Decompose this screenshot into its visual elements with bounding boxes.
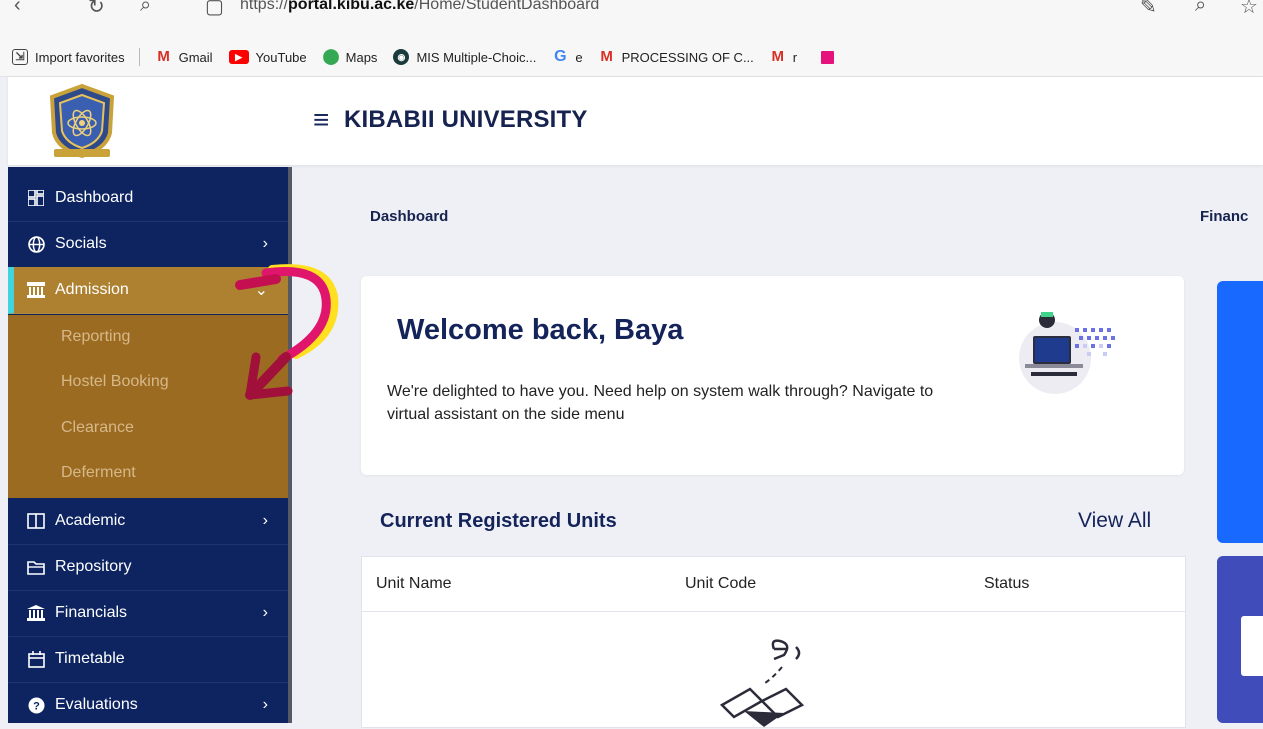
sidebar-item-dashboard[interactable]: Dashboard — [8, 175, 288, 222]
mis-site-icon: ◉ — [393, 49, 410, 65]
sidebar-item-financials[interactable]: Financials › — [8, 590, 288, 637]
sidebar-item-repository[interactable]: Repository — [8, 544, 288, 591]
page-icon: ▢ — [205, 0, 224, 18]
bookmark-youtube[interactable]: ▶ YouTube — [228, 50, 307, 65]
welcome-title: Welcome back, Baya — [397, 314, 684, 346]
pink-square-icon — [821, 50, 835, 64]
bookmark-r[interactable]: M r — [770, 48, 798, 65]
financials-summary-label: Financ — [1200, 208, 1249, 225]
youtube-icon: ▶ — [228, 50, 249, 64]
back-icon[interactable]: ‹ — [14, 0, 21, 17]
calendar-icon — [26, 650, 46, 668]
zoom-icon[interactable]: ⌕ — [1195, 0, 1206, 17]
sidebar: Dashboard Socials › Admission ⌄ Reportin… — [8, 167, 292, 729]
bookmark-gmail[interactable]: M Gmail — [156, 48, 212, 65]
question-circle-icon: ? — [26, 697, 46, 714]
submenu-item-clearance[interactable]: Clearance — [61, 419, 134, 437]
submenu-item-reporting[interactable]: Reporting — [61, 328, 130, 346]
search-icon[interactable]: ⌕ — [140, 0, 151, 17]
dashboard-grid-icon — [26, 190, 46, 206]
units-section-title: Current Registered Units — [380, 510, 617, 532]
submenu-item-deferment[interactable]: Deferment — [61, 464, 136, 482]
submenu-item-hostel-booking[interactable]: Hostel Booking — [61, 373, 169, 391]
book-icon — [26, 513, 46, 529]
institution-icon — [26, 282, 46, 298]
bookmark-processing[interactable]: M PROCESSING OF C... — [599, 48, 753, 65]
empty-box-illustration — [719, 639, 805, 727]
menu-toggle-icon[interactable]: ≡ — [313, 106, 329, 134]
virtual-assistant-illustration — [1019, 312, 1115, 394]
sidebar-item-academic[interactable]: Academic › — [8, 498, 288, 545]
import-icon: ⇲ — [12, 49, 28, 65]
column-header-unit-name: Unit Name — [376, 575, 452, 592]
folder-icon — [26, 560, 46, 575]
breadcrumb: Dashboard — [370, 208, 449, 225]
chevron-right-icon: › — [262, 604, 268, 621]
bookmark-import-favorites[interactable]: ⇲ Import favorites — [12, 49, 125, 65]
summary-card-blue — [1217, 281, 1263, 543]
units-table: Unit Name Unit Code Status — [361, 556, 1186, 728]
view-all-link[interactable]: View All — [1078, 509, 1151, 533]
svg-text:?: ? — [33, 700, 40, 712]
gmail-icon: M — [771, 48, 785, 65]
sidebar-item-timetable[interactable]: Timetable — [8, 636, 288, 683]
column-header-unit-code: Unit Code — [685, 575, 757, 592]
chevron-right-icon: › — [262, 696, 268, 713]
google-icon: G — [554, 48, 567, 65]
gmail-icon: M — [157, 48, 170, 65]
address-text[interactable]: https://portal.kibu.ac.ke/Home/StudentDa… — [240, 0, 599, 14]
app-header: ≡ KIBABII UNIVERSITY — [8, 77, 1263, 165]
welcome-message: We're delighted to have you. Need help o… — [387, 383, 934, 423]
column-header-status: Status — [984, 575, 1030, 592]
bookmark-mis[interactable]: ◉ MIS Multiple-Choic... — [393, 49, 536, 65]
bookmark-google[interactable]: G e — [552, 49, 582, 65]
globe-icon — [26, 235, 46, 253]
summary-card-indigo — [1217, 556, 1263, 723]
table-header: Unit Name Unit Code Status — [362, 557, 1185, 612]
bookmarks-bar: ⇲ Import favorites M Gmail ▶ YouTube ⬤ M… — [0, 38, 1263, 77]
card-input-edge — [1241, 616, 1263, 676]
bookmark-pink[interactable] — [821, 50, 841, 64]
chevron-right-icon: › — [262, 512, 268, 529]
annotation-arrow — [235, 264, 339, 400]
bookmark-maps[interactable]: ⬤ Maps — [323, 49, 378, 65]
page-title: KIBABII UNIVERSITY — [344, 106, 588, 133]
refresh-icon[interactable]: ↻ — [88, 0, 105, 19]
chevron-right-icon: › — [262, 235, 268, 252]
sidebar-item-evaluations[interactable]: ? Evaluations › — [8, 682, 288, 729]
browser-url-bar: ‹ ↻ ⌕ ▢ https://portal.kibu.ac.ke/Home/S… — [0, 0, 1263, 38]
bookmarks-divider — [138, 48, 140, 66]
map-pin-icon: ⬤ — [322, 48, 340, 65]
gmail-icon: M — [600, 48, 613, 65]
favorites-icon[interactable]: ☆ — [1240, 0, 1258, 19]
welcome-card: Welcome back, Baya We're delighted to ha… — [361, 276, 1184, 475]
read-aloud-icon[interactable]: ✎ — [1140, 0, 1157, 19]
bank-icon — [26, 605, 46, 621]
university-logo — [49, 83, 115, 159]
